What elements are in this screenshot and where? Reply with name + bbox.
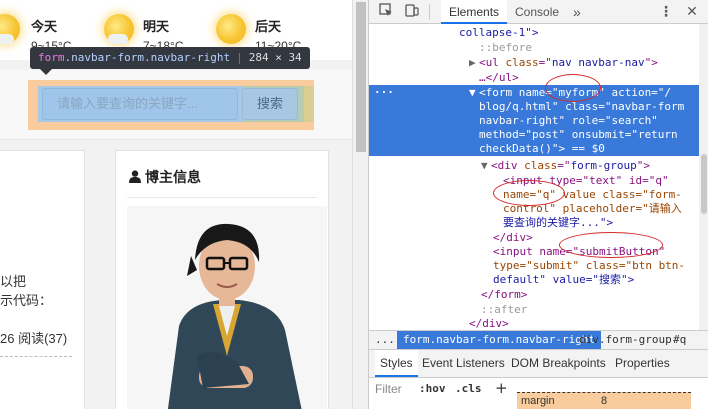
dom-line[interactable]: type="submit" class="btn btn- (493, 259, 685, 273)
dom-line[interactable]: collapse-1"> (459, 26, 538, 40)
breadcrumb-item[interactable]: form.navbar-form.navbar-right (397, 331, 602, 349)
blogger-title-text: 博主信息 (145, 169, 201, 185)
weather-day: 后天 (255, 19, 282, 34)
node-actions-icon[interactable]: ··· (374, 86, 394, 100)
scrollbar-thumb[interactable] (701, 154, 707, 214)
sun-icon (216, 14, 246, 44)
dom-line[interactable]: ▼ <div class="form-group"> (481, 159, 650, 173)
dom-line[interactable]: ::before (479, 41, 532, 55)
devtools-panel: Elements Console » ⋮ ✕ collapse-1"> ::be… (368, 0, 708, 409)
weather-day: 明天 (143, 19, 170, 34)
annotation-circle (493, 180, 565, 206)
device-toolbar-icon[interactable] (403, 3, 421, 21)
kebab-menu-icon[interactable]: ⋮ (657, 3, 675, 21)
dom-tree[interactable]: collapse-1"> ::before ▶ <ul class="nav na… (369, 24, 708, 330)
search-button[interactable]: 搜索 (242, 88, 298, 120)
dom-line[interactable]: </div> (469, 317, 509, 330)
blogger-photo (127, 206, 327, 409)
styles-subtabs: Styles Event Listeners DOM Breakpoints P… (369, 350, 708, 378)
box-model-label: margin (521, 395, 555, 407)
breadcrumb-item[interactable]: div.form-group (573, 331, 678, 349)
dom-line[interactable]: checkData()"> == $0 (479, 142, 605, 156)
annotation-circle (559, 232, 663, 258)
cloud-icon (0, 34, 14, 44)
tab-elements[interactable]: Elements (441, 0, 508, 24)
dom-line[interactable]: 要查询的关键字..."> (503, 216, 613, 230)
box-model-value[interactable]: 8 (601, 395, 607, 407)
box-model-margin: margin 8 (517, 392, 691, 409)
page-scrollbar[interactable] (352, 0, 368, 409)
user-icon (129, 170, 141, 183)
tab-styles[interactable]: Styles (375, 350, 418, 377)
tooltip-size: 284 × 34 (248, 51, 302, 64)
dom-scrollbar[interactable] (699, 24, 708, 330)
dom-line[interactable]: default" value="搜索"> (493, 273, 634, 287)
dom-line[interactable]: blog/q.html" class="navbar-form (479, 100, 684, 114)
class-toggle[interactable]: .cls (455, 382, 482, 395)
dom-line[interactable]: method="post" onsubmit="return (479, 128, 678, 142)
dom-line[interactable]: </form> (481, 288, 527, 302)
blogger-title: 博主信息 (129, 167, 201, 187)
tooltip-classes: .navbar-form.navbar-right (64, 51, 231, 64)
annotation-circle (545, 74, 601, 102)
close-icon[interactable]: ✕ (683, 3, 701, 21)
scrollbar-thumb[interactable] (356, 2, 366, 152)
weather-day: 今天 (31, 19, 58, 34)
article-text: 示代码： (0, 293, 53, 308)
breadcrumb: ... form.navbar-form.navbar-right div.fo… (369, 330, 708, 350)
dom-line[interactable]: </div> (493, 231, 533, 245)
tab-dom-breakpoints[interactable]: DOM Breakpoints (506, 350, 611, 377)
dom-selected-node[interactable]: ▼ <form name="myform" action="/ blog/q.ht… (369, 85, 708, 156)
divider (127, 197, 317, 198)
tab-console[interactable]: Console (507, 0, 567, 24)
breadcrumb-item[interactable]: #q (667, 331, 692, 349)
hover-state-toggle[interactable]: :hov (419, 382, 446, 395)
tab-event-listeners[interactable]: Event Listeners (417, 350, 510, 377)
article-text: 以把 (0, 274, 27, 289)
article-meta: 26 阅读(37) (0, 331, 68, 346)
more-tabs-icon[interactable]: » (565, 0, 589, 24)
tooltip-tag: form (38, 51, 65, 64)
avatar (127, 206, 327, 409)
divider (0, 356, 72, 357)
tab-properties[interactable]: Properties (610, 350, 675, 377)
devtools-toolbar: Elements Console » ⋮ ✕ (369, 0, 708, 24)
inspect-element-icon[interactable] (377, 3, 395, 21)
new-style-rule-icon[interactable]: + (495, 379, 508, 397)
search-input[interactable]: 请输入要查询的关键字... (42, 88, 238, 120)
dom-line[interactable]: navbar-right" role="search" (479, 114, 658, 128)
filter-input[interactable]: Filter (375, 382, 402, 396)
cloud-icon (108, 34, 128, 44)
dom-line[interactable]: ▶ <ul class="nav navbar-nav"> (469, 56, 658, 70)
element-inspect-tooltip: form.navbar-form.navbar-right | 284 × 34 (30, 47, 310, 75)
dom-line[interactable]: …</ul> (479, 71, 519, 85)
web-page: 今天 9~15°C 明天 7~18°C 后天 11~20°C 请输入要查询的关键… (0, 0, 352, 409)
dom-line[interactable]: ::after (481, 303, 527, 317)
